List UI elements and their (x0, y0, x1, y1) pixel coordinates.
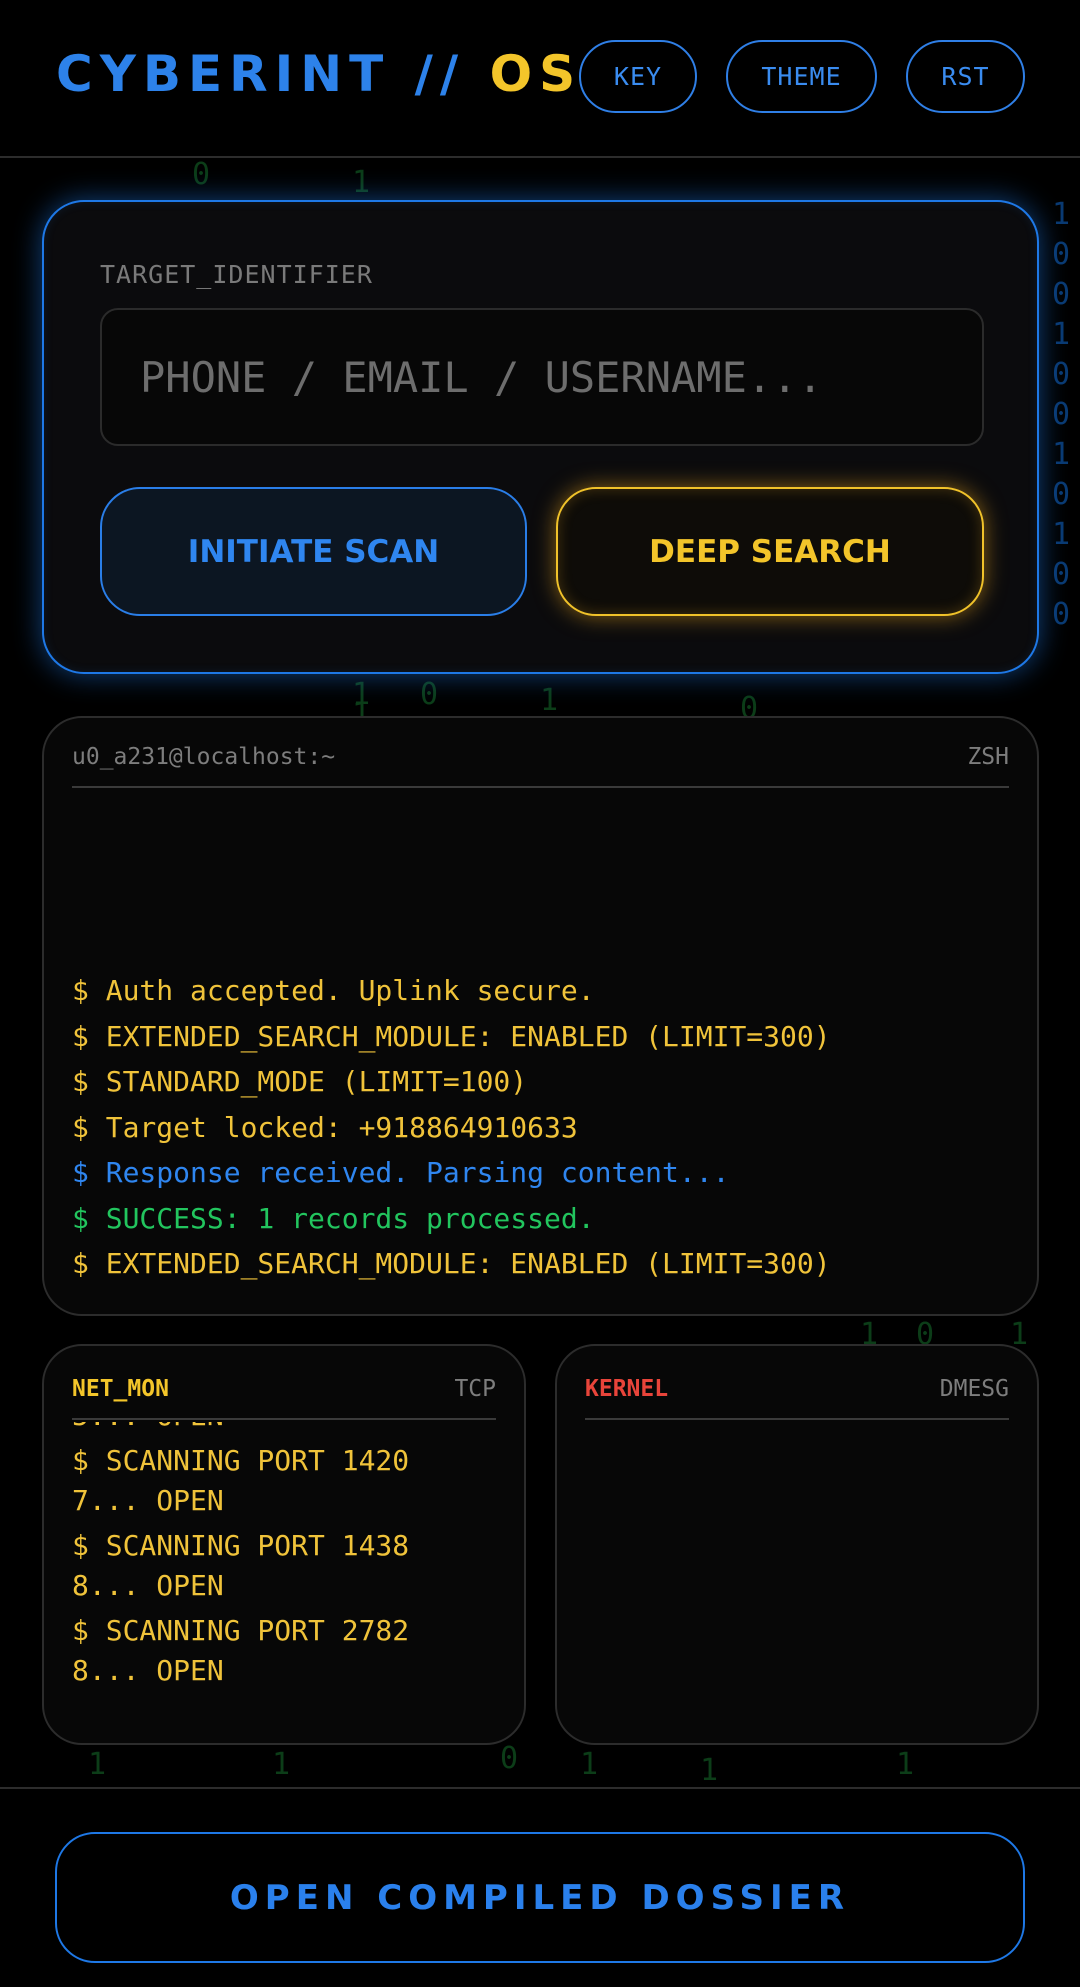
app-title-part1: CYBERINT // (56, 45, 466, 103)
net-mon-header: NET_MON TCP (72, 1376, 496, 1420)
net-mon-line: 5... OPEN (72, 1422, 409, 1436)
terminal-line: $ Auth accepted. Uplink secure. (72, 974, 595, 1007)
net-mon-title: NET_MON (72, 1376, 169, 1402)
app-title: CYBERINT // OS (56, 44, 582, 104)
terminal-line: $ STANDARD_MODE (LIMIT=100) (72, 1065, 528, 1098)
kernel-panel[interactable]: KERNEL DMESG (555, 1344, 1039, 1745)
target-identifier-label: TARGET_IDENTIFIER (100, 260, 373, 289)
bottom-bar: OPEN COMPILED DOSSIER (0, 1787, 1080, 1987)
terminal-line: $ Response received. Parsing content... (72, 1156, 730, 1189)
net-mon-line: $ SCANNING PORT 1438 8... OPEN (72, 1529, 410, 1602)
kernel-header: KERNEL DMESG (585, 1376, 1009, 1420)
net-mon-panel[interactable]: NET_MON TCP 5... OPEN $ SCANNING PORT 14… (42, 1344, 526, 1745)
initiate-scan-button[interactable]: INITIATE SCAN (100, 487, 527, 616)
kernel-title: KERNEL (585, 1376, 669, 1402)
terminal-line: $ Target locked: +918864910633 (72, 1110, 578, 1144)
kernel-log (585, 1422, 1015, 1722)
net-mon-line: $ SCANNING PORT 1420 7... OPEN (72, 1444, 410, 1517)
search-card: TARGET_IDENTIFIER INITIATE SCAN DEEP SEA… (42, 200, 1039, 674)
top-bar: CYBERINT // OS KEY THEME RST (0, 0, 1080, 158)
open-dossier-button[interactable]: OPEN COMPILED DOSSIER (55, 1832, 1025, 1963)
net-mon-tag: TCP (454, 1376, 496, 1402)
terminal-shell-tag: ZSH (967, 744, 1009, 770)
key-button[interactable]: KEY (579, 40, 697, 113)
terminal-line: $ EXTENDED_SEARCH_MODULE: ENABLED (LIMIT… (72, 1019, 831, 1053)
terminal-line: $ EXTENDED_SEARCH_MODULE: ENABLED (LIMIT… (72, 1247, 831, 1280)
theme-button[interactable]: THEME (726, 40, 877, 113)
terminal-output: $ Auth accepted. Uplink secure. $ EXTEND… (72, 968, 1012, 1287)
terminal-prompt: u0_a231@localhost:~ (72, 744, 336, 770)
deep-search-button[interactable]: DEEP SEARCH (556, 487, 984, 616)
kernel-tag: DMESG (939, 1376, 1009, 1402)
target-identifier-input[interactable] (100, 308, 984, 446)
reset-button[interactable]: RST (906, 40, 1025, 113)
app-screen: 0 1 1 0 0 1 0 0 1 0 1 0 0 1 0 1 1 0 1 0 … (0, 0, 1080, 1987)
net-mon-line: $ SCANNING PORT 2782 8... OPEN (72, 1614, 410, 1687)
terminal-line: $ SUCCESS: 1 records processed. (72, 1201, 595, 1235)
terminal-header: u0_a231@localhost:~ ZSH (72, 744, 1009, 788)
terminal-panel[interactable]: u0_a231@localhost:~ ZSH $ Auth accepted.… (42, 716, 1039, 1316)
net-mon-log: 5... OPEN $ SCANNING PORT 1420 7... OPEN… (72, 1422, 502, 1722)
app-title-part2: OS (489, 45, 583, 103)
